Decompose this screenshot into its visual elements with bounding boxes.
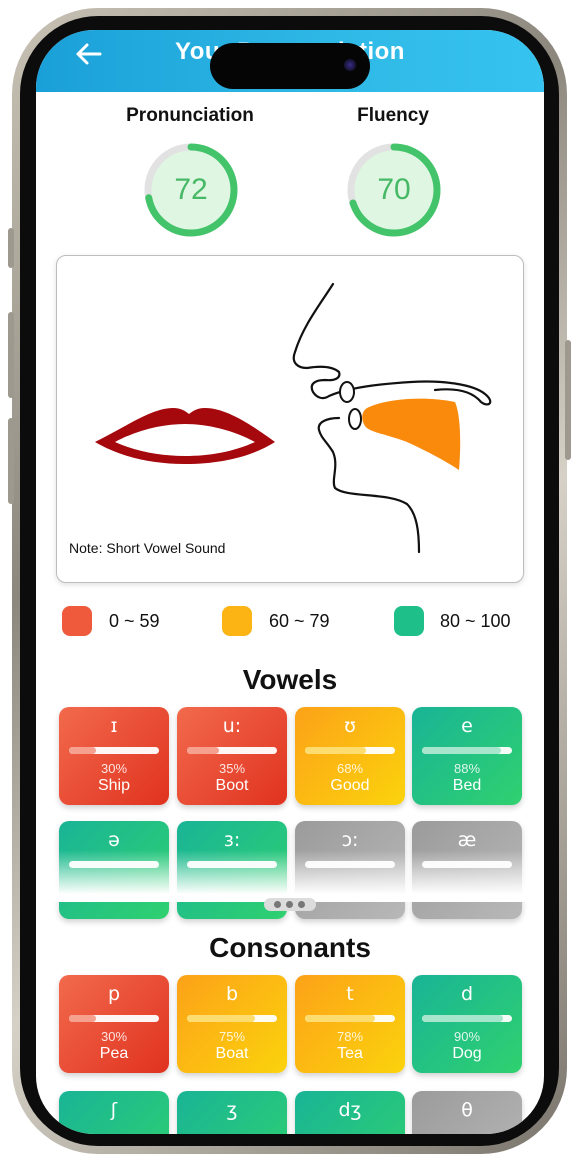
score-bar-fill — [422, 747, 502, 754]
consonant-tile-pea[interactable]: p 30% Pea — [59, 975, 169, 1073]
legend-label-high: 80 ~ 100 — [440, 611, 511, 631]
score-bar — [305, 747, 395, 754]
pronunciation-label: Pronunciation — [126, 105, 254, 126]
example-word: Ship — [97, 777, 131, 794]
phoneme-symbol: u: — [222, 715, 242, 737]
dot-icon — [274, 901, 281, 908]
legend-swatch-mid — [222, 606, 252, 636]
face-profile-outline — [292, 282, 492, 406]
score-percent: 90% — [453, 1029, 481, 1044]
score-bar — [69, 1015, 159, 1022]
dot-icon — [286, 901, 293, 908]
score-percent: 30% — [100, 1029, 128, 1044]
consonant-tile-dog[interactable]: d 90% Dog — [412, 975, 522, 1073]
phoneme-symbol: p — [107, 983, 121, 1005]
legend-swatch-high — [394, 606, 424, 636]
legend-label-low: 0 ~ 59 — [109, 611, 160, 631]
score-percent: 75% — [218, 1029, 246, 1044]
consonant-tile-tea[interactable]: t 78% Tea — [295, 975, 405, 1073]
score-bar — [422, 747, 512, 754]
pronunciation-score-ring: 72 — [143, 142, 239, 238]
example-word: Dog — [452, 1045, 482, 1062]
legend-swatch-low — [62, 606, 92, 636]
mouth-illustration-card: Note: Short Vowel Sound — [56, 255, 524, 583]
tongue-shape — [362, 398, 461, 470]
phoneme-symbol: æ — [457, 829, 477, 851]
sound-note: Note: Short Vowel Sound — [69, 540, 226, 556]
phoneme-symbol: e — [461, 715, 473, 737]
phoneme-symbol: ʃ — [110, 1099, 118, 1121]
phoneme-symbol: ɔ: — [341, 829, 359, 851]
score-bar-fill — [69, 747, 96, 754]
score-bar — [422, 1015, 512, 1022]
side-button-volume-down — [8, 418, 14, 504]
score-percent: 78% — [336, 1029, 364, 1044]
vowel-tile-good[interactable]: ʊ 68% Good — [295, 707, 405, 805]
phoneme-symbol: ʒ — [226, 1099, 238, 1121]
phoneme-symbol: ʊ — [344, 715, 356, 737]
phoneme-symbol: ə — [108, 829, 120, 851]
app-screen: Your Pronunciation Pronunciation Fluency… — [36, 30, 544, 1134]
example-word: Boot — [215, 777, 249, 794]
vowel-tile-boot[interactable]: u: 35% Boot — [177, 707, 287, 805]
score-bar — [187, 747, 277, 754]
consonant-tile-th[interactable]: θ — [412, 1091, 522, 1134]
vowel-tile-bed[interactable]: e 88% Bed — [412, 707, 522, 805]
phoneme-symbol: θ — [461, 1099, 473, 1121]
score-bar — [305, 1015, 395, 1022]
score-bar-fill — [305, 747, 367, 754]
fluency-label: Fluency — [357, 105, 429, 126]
score-percent: 88% — [453, 761, 481, 776]
dynamic-island — [210, 43, 370, 89]
vowel-tile-ship[interactable]: ɪ 30% Ship — [59, 707, 169, 805]
side-button-action — [8, 228, 14, 268]
consonant-tile-zh[interactable]: ʒ — [177, 1091, 287, 1134]
score-bar-fill — [422, 1015, 503, 1022]
side-button-volume-up — [8, 312, 14, 398]
consonants-heading: Consonants — [209, 932, 371, 963]
phoneme-symbol: t — [346, 983, 354, 1005]
pronunciation-score-value: 72 — [174, 173, 208, 206]
legend-label-mid: 60 ~ 79 — [269, 611, 330, 631]
score-percent: 68% — [336, 761, 364, 776]
vowels-heading: Vowels — [242, 664, 338, 695]
score-percent: 35% — [218, 761, 246, 776]
score-bar-fill — [187, 747, 219, 754]
score-bar-fill — [187, 1015, 255, 1022]
score-bar — [187, 1015, 277, 1022]
consonant-tile-boat[interactable]: b 75% Boat — [177, 975, 287, 1073]
score-percent: 30% — [100, 761, 128, 776]
phoneme-symbol: ɜ: — [223, 829, 241, 851]
fluency-score-ring: 70 — [346, 142, 442, 238]
consonant-tile-dzh[interactable]: dʒ — [295, 1091, 405, 1134]
phoneme-symbol: ɪ — [110, 715, 118, 737]
example-word: Boat — [215, 1045, 249, 1062]
dot-icon — [298, 901, 305, 908]
phoneme-symbol: dʒ — [338, 1099, 362, 1121]
phoneme-symbol: b — [225, 983, 239, 1005]
vowels-fade-overlay — [36, 850, 544, 902]
consonant-tile-sh[interactable]: ʃ — [59, 1091, 169, 1134]
fluency-score-value: 70 — [377, 173, 411, 206]
mouth-shape-illustration — [95, 282, 492, 554]
phoneme-symbol: d — [460, 983, 474, 1005]
score-bar-fill — [69, 1015, 96, 1022]
example-word: Bed — [452, 777, 482, 794]
score-bar-fill — [305, 1015, 376, 1022]
lips-shape — [95, 408, 275, 464]
side-button-power — [565, 340, 571, 460]
expand-more-button[interactable] — [264, 898, 316, 911]
example-word: Tea — [337, 1045, 363, 1062]
example-word: Pea — [99, 1045, 129, 1062]
example-word: Good — [330, 777, 370, 794]
camera-icon — [344, 59, 356, 71]
score-bar — [69, 747, 159, 754]
